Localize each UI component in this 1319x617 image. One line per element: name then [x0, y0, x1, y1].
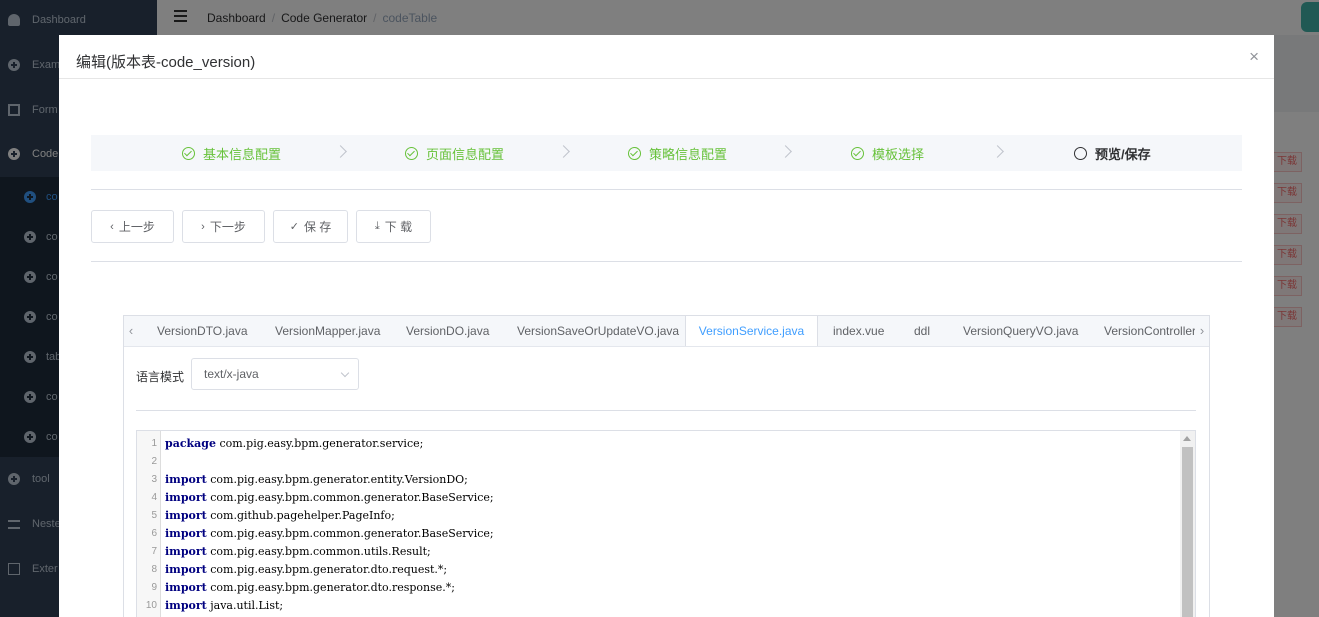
code-text: import com.pig.easy.bpm.common.generator…	[165, 525, 494, 543]
tab-version-dto[interactable]: VersionDTO.java	[157, 316, 248, 346]
dialog-title: 编辑(版本表-code_version)	[76, 54, 256, 71]
editor-scrollbar[interactable]	[1180, 431, 1195, 617]
code-keyword: import	[165, 509, 207, 522]
check-icon: ✓	[289, 221, 299, 233]
step-page-info[interactable]: 页面信息配置	[405, 135, 504, 171]
code-text: import com.pig.easy.bpm.generator.dto.re…	[165, 579, 455, 597]
code-rest: com.github.pagehelper.PageInfo;	[206, 509, 395, 522]
step-template-select[interactable]: 模板选择	[851, 135, 924, 171]
step-label: 页面信息配置	[426, 146, 505, 162]
dialog-header: 编辑(版本表-code_version) ×	[59, 35, 1274, 79]
tab-ddl[interactable]: ddl	[914, 316, 930, 346]
language-mode-select[interactable]: text/x-java	[191, 358, 359, 390]
code-text: import com.pig.easy.bpm.common.generator…	[165, 489, 494, 507]
line-number: 2	[151, 456, 157, 467]
chevron-right-icon	[991, 145, 1004, 158]
code-rest: com.pig.easy.bpm.generator.service;	[215, 437, 424, 450]
language-mode-value: text/x-java	[204, 367, 259, 381]
scroll-up-arrow-icon[interactable]	[1183, 436, 1191, 441]
step-label: 基本信息配置	[203, 146, 282, 162]
tab-version-do[interactable]: VersionDO.java	[406, 316, 489, 346]
divider	[136, 410, 1196, 411]
code-rest: com.pig.easy.bpm.generator.dto.request.*…	[206, 563, 448, 576]
next-step-button[interactable]: › 下一步	[182, 210, 265, 243]
line-number: 8	[151, 564, 157, 575]
code-keyword: import	[165, 473, 207, 486]
chevron-down-icon	[340, 368, 350, 378]
code-rest: com.pig.easy.bpm.generator.entity.Versio…	[206, 473, 468, 486]
line-number: 4	[151, 492, 157, 503]
code-rest: com.pig.easy.bpm.generator.dto.response.…	[206, 581, 455, 594]
code-keyword: package	[165, 437, 216, 450]
step-label: 策略信息配置	[649, 146, 728, 162]
code-text: import com.pig.easy.bpm.generator.entity…	[165, 471, 468, 489]
code-keyword: import	[165, 527, 207, 540]
code-keyword: import	[165, 563, 207, 576]
save-button[interactable]: ✓ 保 存	[273, 210, 348, 243]
code-keyword: import	[165, 491, 207, 504]
tab-version-save-or-update-vo[interactable]: VersionSaveOrUpdateVO.java	[517, 316, 679, 346]
tab-scroll-right-icon[interactable]: ›	[1195, 316, 1209, 346]
check-circle-icon	[628, 146, 641, 160]
tab-version-query-vo[interactable]: VersionQueryVO.java	[963, 316, 1078, 346]
step-label: 预览/保存	[1095, 146, 1151, 162]
button-label: 下 载	[384, 220, 413, 234]
check-circle-icon	[851, 146, 864, 160]
code-rest: com.pig.easy.bpm.common.generator.BaseSe…	[206, 527, 494, 540]
code-text: import com.pig.easy.bpm.common.utils.Res…	[165, 543, 431, 561]
file-tabs-bar: VersionDTO.java VersionMapper.java Versi…	[124, 316, 1209, 347]
prev-step-button[interactable]: ‹ 上一步	[91, 210, 174, 243]
tab-version-controller[interactable]: VersionController.	[1104, 316, 1199, 346]
step-label: 模板选择	[872, 146, 925, 162]
line-number: 5	[151, 510, 157, 521]
file-tabs-card: VersionDTO.java VersionMapper.java Versi…	[123, 315, 1210, 617]
divider	[91, 189, 1242, 190]
code-text: import com.github.pagehelper.PageInfo;	[165, 507, 395, 525]
steps-bar: 基本信息配置 页面信息配置 策略信息配置 模板选择 预览/保存	[91, 135, 1242, 171]
edit-dialog: 编辑(版本表-code_version) × 基本信息配置 页面信息配置 策略信…	[59, 35, 1274, 617]
tab-index-vue[interactable]: index.vue	[833, 316, 884, 346]
download-button[interactable]: ⤓ 下 载	[356, 210, 431, 243]
code-text: package com.pig.easy.bpm.generator.servi…	[165, 435, 423, 453]
line-number: 9	[151, 582, 157, 593]
check-circle-icon	[405, 146, 418, 160]
code-editor[interactable]: 1 package com.pig.easy.bpm.generator.serv…	[136, 430, 1196, 617]
tab-version-mapper[interactable]: VersionMapper.java	[275, 316, 380, 346]
button-label: 上一步	[118, 220, 155, 234]
check-circle-icon	[182, 146, 195, 160]
chevron-right-icon	[557, 145, 570, 158]
chevron-right-icon	[334, 145, 347, 158]
code-rest: java.util.List;	[206, 599, 284, 612]
close-icon[interactable]: ×	[1249, 48, 1259, 65]
step-strategy-info[interactable]: 策略信息配置	[628, 135, 727, 171]
scrollbar-thumb[interactable]	[1182, 447, 1193, 617]
line-number: 10	[145, 600, 157, 611]
step-basic-info[interactable]: 基本信息配置	[182, 135, 281, 171]
circle-icon	[1074, 146, 1087, 160]
line-number: 3	[151, 474, 157, 485]
chevron-right-icon	[779, 145, 792, 158]
code-text: import com.pig.easy.bpm.generator.dto.re…	[165, 561, 447, 579]
code-keyword: import	[165, 545, 207, 558]
code-rest: com.pig.easy.bpm.common.generator.BaseSe…	[206, 491, 494, 504]
divider	[91, 261, 1242, 262]
button-label: 下一步	[209, 220, 246, 234]
language-mode-label: 语言模式	[136, 370, 185, 384]
download-icon: ⤓	[374, 220, 380, 232]
chevron-right-icon: ›	[201, 220, 205, 233]
tab-scroll-left-icon[interactable]: ‹	[124, 316, 138, 346]
tab-version-service[interactable]: VersionService.java	[685, 316, 818, 346]
code-keyword: import	[165, 599, 207, 612]
step-preview-save[interactable]: 预览/保存	[1074, 135, 1151, 171]
button-label: 保 存	[303, 220, 332, 234]
code-rest: com.pig.easy.bpm.common.utils.Result;	[206, 545, 431, 558]
code-text: import java.util.List;	[165, 597, 283, 615]
chevron-left-icon: ‹	[110, 220, 114, 233]
line-number: 1	[151, 438, 157, 449]
line-number: 6	[151, 528, 157, 539]
line-number: 7	[151, 546, 157, 557]
code-keyword: import	[165, 581, 207, 594]
